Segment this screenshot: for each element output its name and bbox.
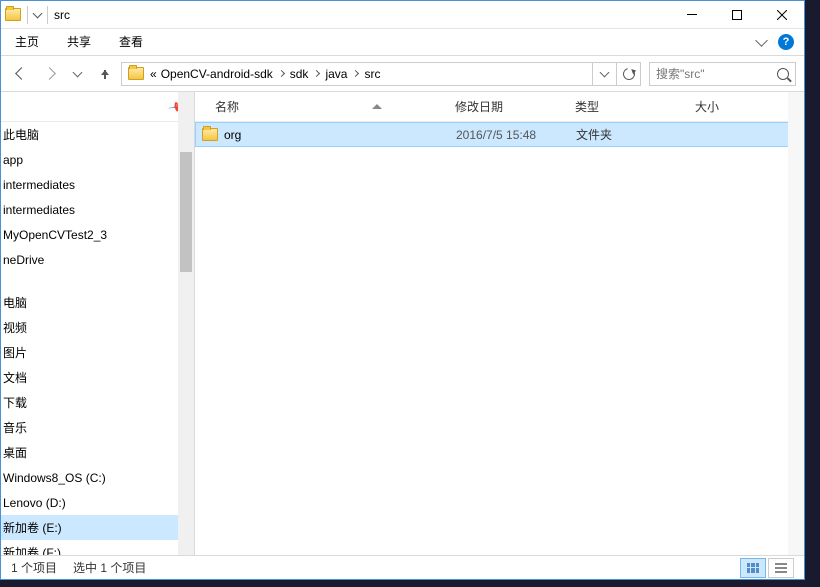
sidebar-item[interactable]: 文档 xyxy=(1,365,194,390)
explorer-window: src 主页 共享 查看 ? « OpenCV-android-sdk sdk … xyxy=(0,0,805,580)
sidebar-scrollbar[interactable] xyxy=(178,92,194,555)
tab-home[interactable]: 主页 xyxy=(15,33,39,52)
title-bar: src xyxy=(1,1,804,29)
ribbon: 主页 共享 查看 ? xyxy=(1,29,804,56)
divider xyxy=(47,6,48,24)
maximize-button[interactable] xyxy=(714,1,759,29)
sort-asc-icon xyxy=(372,104,382,109)
list-icon xyxy=(775,563,787,573)
col-name[interactable]: 名称 xyxy=(215,98,455,115)
chevron-right-icon xyxy=(313,70,320,77)
details-icon xyxy=(747,563,759,573)
nav-sidebar: 📌 此电脑appintermediatesintermediatesMyOpen… xyxy=(1,92,195,555)
address-bar-row: « OpenCV-android-sdk sdk java src 搜索"src… xyxy=(1,56,804,92)
sidebar-item[interactable]: 此电脑 xyxy=(1,122,194,147)
tab-view[interactable]: 查看 xyxy=(119,33,143,52)
chevron-right-icon xyxy=(352,70,359,77)
search-input[interactable]: 搜索"src" xyxy=(649,62,796,86)
status-bar: 1 个项目 选中 1 个项目 xyxy=(1,555,804,579)
refresh-button[interactable] xyxy=(616,63,640,85)
folder-icon xyxy=(128,67,144,80)
minimize-button[interactable] xyxy=(669,1,714,29)
sidebar-item[interactable]: 视频 xyxy=(1,315,194,340)
nav-forward-button[interactable] xyxy=(37,62,61,86)
sidebar-item[interactable]: app xyxy=(1,147,194,172)
file-row[interactable]: org 2016/7/5 15:48文件夹 xyxy=(195,122,804,147)
sidebar-item[interactable]: 音乐 xyxy=(1,415,194,440)
sidebar-item[interactable]: intermediates xyxy=(1,197,194,222)
window-title: src xyxy=(54,8,70,22)
address-dropdown-button[interactable] xyxy=(592,63,616,85)
sidebar-item[interactable]: MyOpenCVTest2_3 xyxy=(1,222,194,247)
col-size[interactable]: 大小 xyxy=(695,98,775,115)
qat-dropdown-icon[interactable] xyxy=(33,8,43,18)
breadcrumb[interactable]: java xyxy=(323,67,349,81)
breadcrumb[interactable]: « xyxy=(148,67,159,81)
search-icon xyxy=(777,68,789,80)
file-type: 文件夹 xyxy=(576,126,696,143)
chevron-right-icon xyxy=(278,70,285,77)
close-button[interactable] xyxy=(759,1,804,29)
sidebar-item[interactable]: Lenovo (D:) xyxy=(1,490,194,515)
status-selection: 选中 1 个项目 xyxy=(73,559,146,576)
breadcrumb[interactable]: sdk xyxy=(288,67,311,81)
collapse-ribbon-icon[interactable] xyxy=(755,34,768,47)
view-list-button[interactable] xyxy=(768,558,794,578)
filepane-scrollbar[interactable] xyxy=(788,92,804,555)
search-placeholder: 搜索"src" xyxy=(656,65,705,82)
breadcrumb[interactable]: OpenCV-android-sdk xyxy=(159,67,275,81)
sidebar-item[interactable]: Windows8_OS (C:) xyxy=(1,465,194,490)
sidebar-item[interactable]: 新加卷 (F:) xyxy=(1,540,194,555)
file-pane: 名称 修改日期 类型 大小 org 2016/7/5 15:48文件夹 xyxy=(195,92,804,555)
sidebar-item[interactable]: 桌面 xyxy=(1,440,194,465)
nav-back-button[interactable] xyxy=(9,62,33,86)
folder-icon xyxy=(5,8,21,21)
sidebar-item[interactable]: neDrive xyxy=(1,247,194,272)
scrollbar-thumb[interactable] xyxy=(180,152,192,272)
tab-share[interactable]: 共享 xyxy=(67,33,91,52)
column-headers: 名称 修改日期 类型 大小 xyxy=(195,92,804,122)
file-name: org xyxy=(224,128,241,142)
help-icon[interactable]: ? xyxy=(778,34,794,50)
view-details-button[interactable] xyxy=(740,558,766,578)
address-box[interactable]: « OpenCV-android-sdk sdk java src xyxy=(121,62,641,86)
col-type[interactable]: 类型 xyxy=(575,98,695,115)
sidebar-header: 📌 xyxy=(1,92,194,122)
sidebar-item[interactable]: 新加卷 (E:) xyxy=(1,515,194,540)
sidebar-item[interactable]: 电脑 xyxy=(1,290,194,315)
col-date[interactable]: 修改日期 xyxy=(455,98,575,115)
nav-history-dropdown[interactable] xyxy=(65,62,89,86)
nav-up-button[interactable] xyxy=(93,62,117,86)
folder-icon xyxy=(202,128,218,141)
refresh-icon xyxy=(620,65,636,81)
sidebar-item[interactable]: 图片 xyxy=(1,340,194,365)
status-count: 1 个项目 xyxy=(11,559,57,576)
sidebar-item[interactable]: 下载 xyxy=(1,390,194,415)
breadcrumb[interactable]: src xyxy=(362,67,382,81)
file-date: 2016/7/5 15:48 xyxy=(456,128,576,142)
divider xyxy=(27,6,28,24)
sidebar-item[interactable]: intermediates xyxy=(1,172,194,197)
